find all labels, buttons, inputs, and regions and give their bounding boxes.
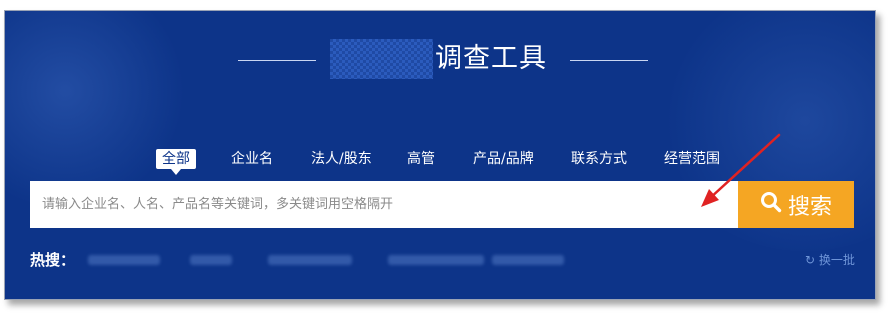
hot-search-item-blurred[interactable]	[190, 255, 232, 265]
tab-contact[interactable]: 联系方式	[571, 149, 627, 169]
tab-all[interactable]: 全部	[156, 149, 196, 175]
tab-product-brand[interactable]: 产品/品牌	[473, 149, 534, 169]
hot-search-item-blurred[interactable]	[388, 255, 484, 265]
hot-search-item-blurred[interactable]	[492, 255, 564, 265]
annotation-arrow-icon	[701, 133, 781, 207]
hot-search-item-blurred[interactable]	[88, 255, 160, 265]
title-divider-right	[570, 60, 648, 61]
search-button-label: 搜索	[787, 194, 832, 220]
refresh-icon: ↻	[805, 253, 816, 267]
tab-legal-person-shareholder[interactable]: 法人/股东	[311, 149, 372, 169]
page-title: 调查工具	[435, 43, 547, 74]
title-redacted-block	[330, 39, 433, 79]
hot-search-item-blurred[interactable]	[268, 255, 352, 265]
title-divider-left	[238, 60, 316, 61]
refresh-button[interactable]: ↻ 换一批	[805, 250, 855, 270]
tab-company-name[interactable]: 企业名	[231, 149, 273, 169]
refresh-label: 换一批	[818, 253, 855, 267]
search-input[interactable]	[30, 181, 738, 228]
page-title-row: 调查工具	[5, 37, 875, 83]
hot-search-bar: 热搜： ↻ 换一批	[30, 249, 860, 273]
tab-executives[interactable]: 高管	[407, 149, 435, 169]
search-panel: 调查工具 全部 企业名 法人/股东 高管 产品/品牌 联系方式 经营范围 搜索 …	[4, 10, 876, 300]
hot-search-label: 热搜：	[30, 251, 76, 269]
